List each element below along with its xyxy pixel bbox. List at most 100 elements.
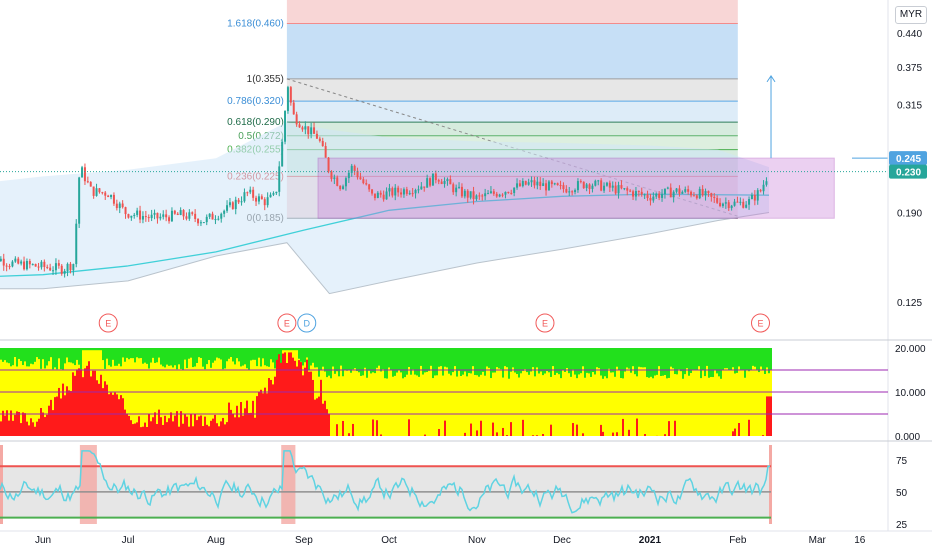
time-tick-label: Jun [35, 535, 51, 546]
candle-body [380, 193, 382, 195]
pressure-band-red [36, 422, 38, 436]
pressure-band-green [446, 348, 448, 367]
pressure-band-red [40, 408, 42, 436]
candle-body [238, 200, 240, 202]
candle-body [606, 183, 608, 186]
pressure-band-green [730, 348, 732, 370]
candle-body [284, 111, 286, 142]
pressure-band-red [380, 434, 382, 436]
pressure-band-red [44, 417, 46, 436]
pressure-band-green [584, 348, 586, 378]
pressure-band-red [304, 368, 306, 436]
pressure-band-red [210, 421, 212, 436]
candle-body [339, 186, 341, 189]
candle-body [583, 182, 585, 188]
pressure-band-green [444, 348, 446, 367]
candle-body [696, 195, 698, 198]
candle-body [464, 191, 466, 197]
time-tick-label: 16 [854, 535, 866, 546]
pressure-band-green [506, 348, 508, 367]
candle-body [435, 173, 437, 180]
candle-body [281, 142, 283, 167]
pressure-band-red [130, 420, 132, 436]
price-tick-label: 0.125 [897, 298, 922, 309]
pressure-band-red [62, 384, 64, 436]
candle-body [87, 181, 89, 182]
pressure-band-green [442, 348, 444, 376]
pressure-band-green [426, 348, 428, 372]
candle-body [336, 177, 338, 185]
pressure-band-red [264, 388, 266, 436]
pressure-band-red [64, 395, 66, 436]
pressure-band-green [580, 348, 582, 373]
pressure-band-green [732, 348, 734, 367]
pressure-band-green [702, 348, 704, 370]
pressure-tick-label: 0.000 [895, 432, 920, 443]
pressure-band-green [304, 348, 306, 362]
pressure-band-green [356, 348, 358, 371]
event-marker-label: D [303, 319, 310, 329]
pressure-band-red [134, 424, 136, 436]
time-tick-label: Jul [122, 535, 135, 546]
candle-body [226, 205, 228, 211]
pressure-band-red [204, 417, 206, 436]
candle-body [467, 191, 469, 198]
pressure-band-red [8, 421, 10, 436]
candle-body [307, 126, 309, 134]
pressure-band-red [122, 398, 124, 436]
pressure-band-green [112, 348, 114, 360]
pressure-band-green [384, 348, 386, 378]
last-price-badge: 0.230 [896, 168, 921, 179]
pressure-band-red [192, 426, 194, 436]
pressure-band-red [768, 396, 770, 436]
pressure-band-red [284, 352, 286, 436]
pressure-band-red [68, 390, 70, 436]
chart-svg[interactable]: 1.618(0.460)1(0.355)0.786(0.320)0.618(0.… [0, 0, 932, 550]
candle-body [533, 180, 535, 185]
pressure-band-green [656, 348, 658, 375]
candle-body [693, 195, 695, 196]
pressure-band-green [556, 348, 558, 373]
pressure-band-red [628, 430, 630, 436]
candle-body [17, 259, 19, 264]
pressure-band-green [466, 348, 468, 376]
pressure-band-green [216, 348, 218, 358]
candle-body [513, 188, 515, 193]
pressure-band-green [478, 348, 480, 377]
candle-body [478, 195, 480, 196]
pressure-band-green [494, 348, 496, 372]
pressure-band-green [540, 348, 542, 372]
pressure-band-green [78, 348, 80, 365]
candle-body [626, 188, 628, 190]
pressure-band-green [566, 348, 568, 368]
pressure-band-green [646, 348, 648, 377]
pressure-band-green [300, 348, 302, 362]
candle-body [223, 211, 225, 214]
currency-badge[interactable]: MYR [895, 6, 927, 24]
pressure-band-green [622, 348, 624, 378]
pressure-band-green [294, 348, 296, 350]
pressure-band-green [296, 348, 298, 350]
pressure-band-red [78, 368, 80, 436]
candle-body [415, 190, 417, 193]
pressure-band-green [418, 348, 420, 377]
pressure-band-green [570, 348, 572, 377]
candle-body [185, 216, 187, 218]
pressure-band-red [342, 421, 344, 436]
pressure-band-red [154, 412, 156, 436]
pressure-tick-label: 10.000 [895, 388, 926, 399]
pressure-band-green [342, 348, 344, 376]
candle-body [699, 189, 701, 198]
pressure-band-green [746, 348, 748, 370]
pressure-band-green [574, 348, 576, 375]
pressure-band-red [226, 422, 228, 436]
pressure-band-red [108, 394, 110, 436]
pressure-band-red [316, 398, 318, 436]
pressure-band-red [128, 416, 130, 436]
pressure-band-green [682, 348, 684, 379]
pressure-band-green [460, 348, 462, 376]
pressure-band-green [320, 348, 322, 370]
pressure-band-red [146, 427, 148, 436]
pressure-band-green [10, 348, 12, 366]
pressure-band-green [330, 348, 332, 378]
